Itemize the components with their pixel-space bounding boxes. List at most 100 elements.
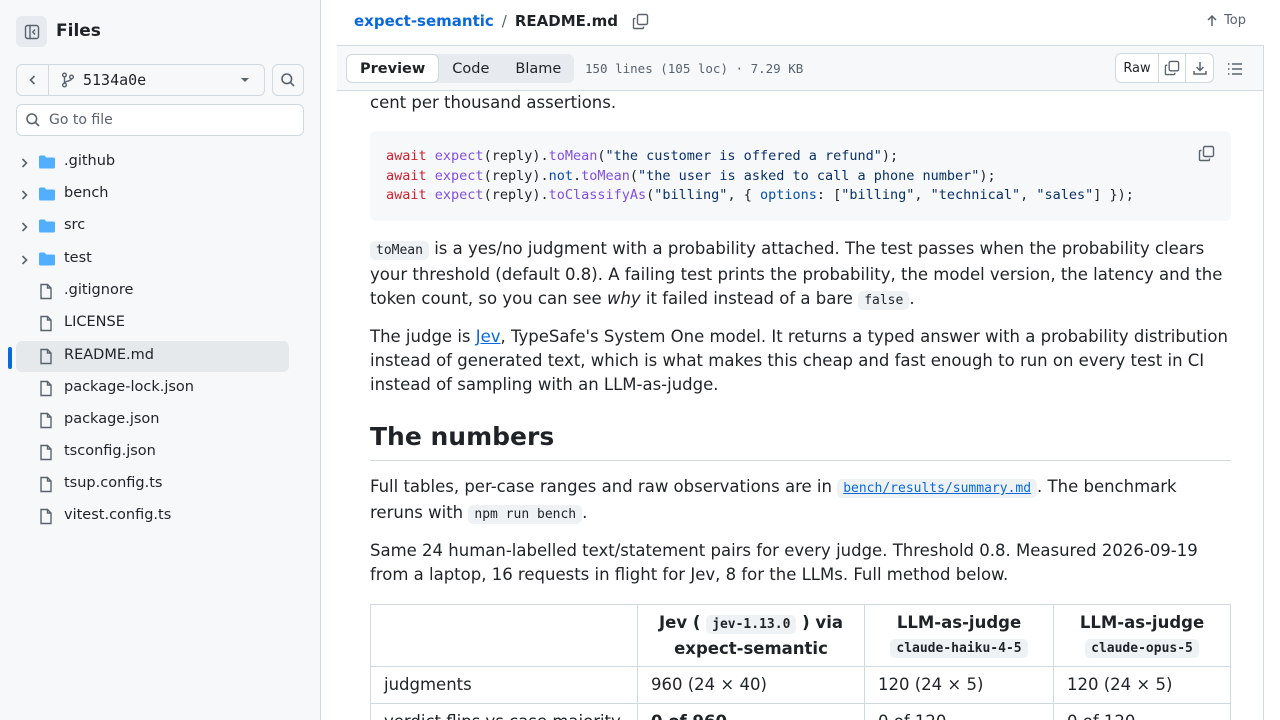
tree-file-gitignore[interactable]: .gitignore [16, 276, 289, 307]
inline-code: claude-haiku-4-5 [890, 638, 1028, 658]
caret-down-icon [241, 78, 249, 82]
tree-item-label: tsconfig.json [64, 443, 156, 459]
inline-code: jev-1.13.0 [706, 614, 797, 634]
code-line-1: await expect(reply).toMean("the customer… [386, 148, 899, 164]
file-icon [40, 444, 52, 461]
tree-folder-test[interactable]: test [16, 244, 289, 275]
text-run: it failed instead of a bare [640, 289, 859, 308]
table-cell: 0 of 960 [637, 703, 865, 720]
back-to-top-button[interactable]: Top [1206, 13, 1246, 28]
paragraph-full-tables: Full tables, per-case ranges and raw obs… [370, 475, 1231, 527]
tree-item-label: README.md [64, 347, 154, 363]
tree-item-label: test [64, 250, 92, 266]
search-icon [281, 73, 295, 87]
table-cell: verdict flips vs case majority [370, 703, 638, 720]
table-cell: 0 of 120 [1053, 703, 1231, 720]
tree-item-label: .github [64, 153, 116, 169]
file-toolbar: Preview Code Blame 150 lines (105 loc) ·… [337, 45, 1264, 91]
inline-code: claude-opus-5 [1085, 638, 1199, 658]
sidebar-title: Files [56, 21, 101, 41]
outline-button[interactable] [1220, 54, 1250, 84]
go-to-file-field[interactable] [16, 104, 304, 136]
breadcrumb-file: README.md [514, 12, 618, 30]
copy-icon [1164, 60, 1180, 76]
collapse-sidebar-button[interactable] [16, 16, 47, 47]
file-icon [40, 508, 52, 525]
file-icon [40, 380, 52, 397]
text-run: LLM-as-judge [896, 612, 1022, 632]
copy-icon [632, 13, 649, 29]
tree-item-label: package-lock.json [64, 379, 194, 395]
text-run: . [909, 289, 915, 308]
tree-item-label: bench [64, 185, 109, 201]
tab-preview[interactable]: Preview [346, 54, 440, 83]
raw-button[interactable]: Raw [1116, 54, 1159, 82]
list-unordered-icon [1228, 63, 1242, 75]
tree-file-package-lock[interactable]: package-lock.json [16, 373, 289, 404]
table-header-jev: Jev ( jev-1.13.0 ) via expect-semantic [637, 604, 865, 667]
branch-select[interactable]: 5134a0e [49, 65, 264, 95]
table-cell: 0 of 120 [864, 703, 1054, 720]
tree-item-label: LICENSE [64, 314, 125, 330]
breadcrumb-repo-link[interactable]: expect-semantic [354, 12, 494, 30]
tree-folder-bench[interactable]: bench [16, 179, 289, 210]
code-content: await expect(reply).toMean("the customer… [386, 147, 1134, 206]
jev-link[interactable]: Jev [476, 327, 501, 346]
copy-raw-button[interactable] [1159, 54, 1186, 82]
download-button[interactable] [1186, 54, 1213, 82]
tree-file-tsup-config[interactable]: tsup.config.ts [16, 469, 289, 500]
code-line-3: await expect(reply).toClassifyAs("billin… [386, 187, 1134, 203]
copy-path-button[interactable] [632, 13, 649, 30]
breadcrumb-separator: / [501, 12, 507, 30]
table-row: verdict flips vs case majority 0 of 960 … [370, 703, 1231, 720]
text-run: The judge is [370, 327, 476, 346]
inline-code: npm run bench [468, 505, 583, 524]
table-header-row: Jev ( jev-1.13.0 ) via expect-semantic LL… [370, 604, 1231, 667]
tree-file-vitest-config[interactable]: vitest.config.ts [16, 501, 289, 532]
emphasis: why [606, 289, 641, 308]
file-icon [40, 315, 52, 332]
search-files-button[interactable] [272, 64, 304, 96]
tree-file-tsconfig[interactable]: tsconfig.json [16, 437, 289, 468]
arrow-up-icon [1207, 14, 1217, 26]
table-cell: judgments [370, 666, 638, 704]
file-header: expect-semantic / README.md Top [337, 0, 1264, 45]
file-tree-sidebar: Files 5134a0e .github [0, 0, 321, 720]
tab-blame[interactable]: Blame [502, 54, 574, 83]
summary-link[interactable]: bench/results/summary.md [837, 477, 1038, 498]
paragraph-judge: The judge is Jev, TypeSafe's System One … [370, 325, 1231, 397]
table-cell: 120 (24 × 5) [1053, 666, 1231, 704]
text-run: Full tables, per-case ranges and raw obs… [370, 477, 838, 496]
table-header-opus: LLM-as-judge claude-opus-5 [1053, 604, 1231, 667]
text-run: ) via [796, 612, 843, 632]
tree-folder-src[interactable]: src [16, 211, 289, 242]
back-button[interactable] [17, 65, 49, 95]
go-to-file-input[interactable] [49, 112, 289, 128]
tree-file-license[interactable]: LICENSE [16, 308, 289, 339]
table-header-haiku: LLM-as-judge claude-haiku-4-5 [864, 604, 1054, 667]
chevron-right-icon [21, 255, 28, 265]
chevron-right-icon [21, 222, 28, 232]
tree-folder-github[interactable]: .github [16, 147, 289, 178]
code-line-2: await expect(reply).not.toMean("the user… [386, 167, 996, 184]
tab-code[interactable]: Code [439, 54, 502, 83]
file-info: 150 lines (105 loc) · 7.29 KB [585, 61, 804, 76]
text-run: expect-semantic [674, 638, 828, 658]
text-run: . [582, 503, 588, 522]
back-to-top-label: Top [1224, 13, 1246, 28]
branch-selector-group: 5134a0e [16, 64, 265, 96]
tree-file-readme[interactable]: README.md [16, 341, 289, 372]
tree-file-package[interactable]: package.json [16, 405, 289, 436]
section-heading: The numbers [370, 421, 1231, 461]
copy-code-button[interactable] [1198, 145, 1215, 169]
breadcrumb: expect-semantic / README.md [354, 12, 649, 30]
file-icon [40, 348, 52, 365]
folder-icon [39, 219, 55, 233]
chevron-right-icon [21, 190, 28, 200]
table-row: judgments 960 (24 × 40) 120 (24 × 5) 120… [370, 666, 1231, 704]
chevron-left-icon [28, 75, 35, 85]
table-header-empty [370, 604, 638, 667]
text-run: Jev ( [659, 612, 707, 632]
table-cell: 960 (24 × 40) [637, 666, 865, 704]
view-tabs: Preview Code Blame [346, 54, 575, 83]
